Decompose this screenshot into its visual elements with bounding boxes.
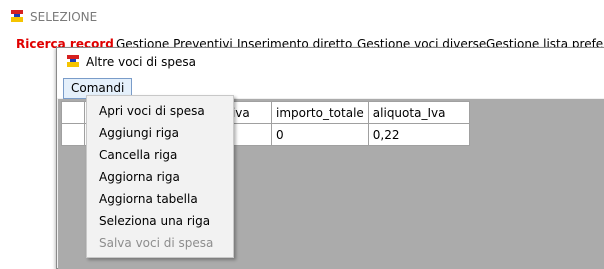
main-window-titlebar: SELEZIONE (0, 0, 604, 34)
row-header-corner (61, 101, 85, 124)
main-window-title: SELEZIONE (30, 10, 98, 24)
app-logo-icon (11, 10, 23, 22)
menu-item-cancella-riga[interactable]: Cancella riga (99, 148, 177, 162)
menu-item-apri-voci-di-spesa[interactable]: Apri voci di spesa (99, 104, 205, 118)
child-window-titlebar: Altre voci di spesa (57, 48, 604, 76)
menu-item-aggiungi-riga[interactable]: Aggiungi riga (99, 126, 179, 140)
column-header-aliquota-iva[interactable]: aliquota_Iva (367, 101, 470, 124)
app-logo-icon (67, 55, 79, 67)
menu-item-seleziona-una-riga[interactable]: Seleziona una riga (99, 214, 210, 228)
row-header-cell[interactable] (61, 123, 85, 146)
menu-item-salva-voci-di-spesa: Salva voci di spesa (99, 236, 214, 250)
child-window-title: Altre voci di spesa (86, 55, 196, 69)
menu-item-aggiorna-riga[interactable]: Aggiorna riga (99, 170, 180, 184)
column-header-importo-totale[interactable]: importo_totale (271, 101, 369, 124)
table-cell[interactable]: 0,22 (367, 123, 470, 146)
table-cell[interactable]: 0 (271, 123, 369, 146)
comandi-dropdown-menu: Apri voci di spesa Aggiungi riga Cancell… (86, 95, 234, 258)
menu-item-aggiorna-tabella[interactable]: Aggiorna tabella (99, 192, 198, 206)
